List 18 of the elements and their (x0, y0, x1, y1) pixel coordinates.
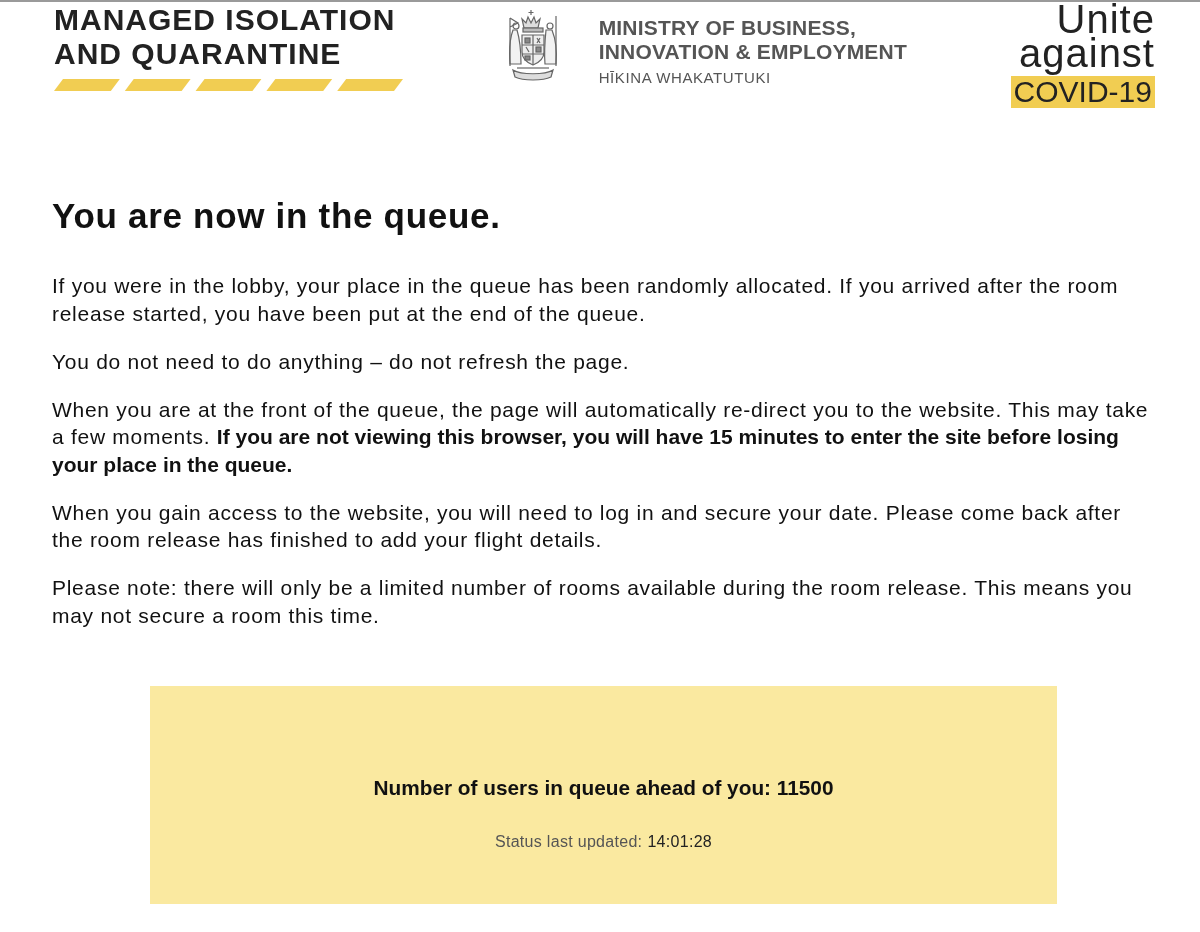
status-label: Status last updated: (494, 832, 643, 852)
body-paragraph: You do not need to do anything – do not refresh the page. (52, 348, 631, 375)
body-paragraph: Please note: there will only be a limited number of rooms available during the room release. This means you may not secure a room this time. (52, 575, 1134, 629)
ministry-subtitle: HĪKINA WHAKATUTUKI (598, 69, 771, 87)
page-heading: You are now in the queue. (52, 195, 501, 237)
campaign-slogan: against (1019, 36, 1155, 76)
body-paragraph: When you gain access to the website, you will need to log in and secure your date. Please come back after the room release has finished to add your flight details. (52, 499, 1122, 553)
status-time: 14:01:28 (647, 832, 713, 852)
body-paragraph: When you are at the front of the queue, the page will automatically re-direct you to the website. This may take a few moments. If you are not viewing this browser, you will have 15 minutes to enter the site before losing your place in the queue. (52, 396, 1150, 478)
campaign-slogan: Unite (1056, 2, 1155, 36)
logo-text: AND QUARANTINE (54, 37, 342, 71)
logo-text: MANAGED ISOLATION (54, 3, 396, 37)
ministry-name: MINISTRY OF BUSINESS, (598, 16, 857, 40)
queue-count-text: Number of users in queue ahead of you: 11500 (373, 775, 834, 801)
covid-label: COVID-19 (1010, 76, 1155, 108)
body-paragraph: If you were in the lobby, your place in the queue has been randomly allocated. If you arrived after the room release started, you have been put at the end of the queue. (52, 273, 1120, 327)
ministry-name: INNOVATION & EMPLOYMENT (598, 40, 907, 64)
coat-of-arms-icon (506, 8, 559, 84)
